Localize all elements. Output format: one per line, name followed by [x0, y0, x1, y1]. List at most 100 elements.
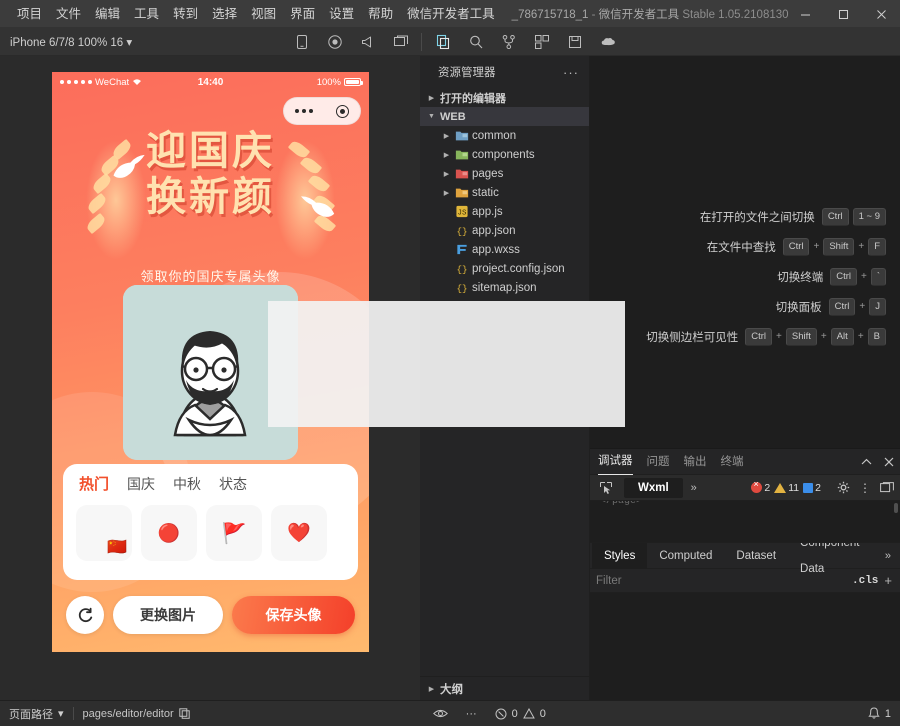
save-layout-button[interactable] — [558, 28, 591, 56]
explorer-button[interactable] — [426, 28, 459, 56]
explorer-section-open-editors[interactable]: ▶ 打开的编辑器 — [420, 88, 589, 107]
tab-computed[interactable]: Computed — [647, 543, 724, 569]
wxml-scrollbar[interactable] — [894, 503, 898, 513]
explorer-file-app-js[interactable]: JS app.js — [420, 202, 589, 221]
explorer-outline-section[interactable]: ▶ 大纲 — [420, 676, 589, 700]
tab-output[interactable]: 输出 — [684, 449, 707, 475]
wxml-tab[interactable]: Wxml — [624, 478, 683, 498]
status-bar: 页面路径 ▾ pages/editor/editor ··· 0 0 1 — [0, 700, 900, 726]
explorer-folder-common[interactable]: ▶ common — [420, 126, 589, 145]
promo-banner: 迎国庆 换新颜 领取你的国庆专属头像 — [52, 118, 369, 283]
close-button[interactable] — [862, 0, 900, 28]
extensions-button[interactable] — [525, 28, 558, 56]
menu-item-help[interactable]: 帮助 — [361, 0, 400, 28]
tab-terminal[interactable]: 终端 — [721, 449, 744, 475]
error-counter[interactable]: 2 — [751, 482, 770, 494]
warning-counter[interactable]: 11 — [774, 482, 799, 494]
sticker-tab-status[interactable]: 状态 — [219, 477, 247, 492]
explorer-file-sitemap[interactable]: {} sitemap.json — [420, 278, 589, 297]
styles-filter-input[interactable]: Filter — [596, 575, 846, 587]
explorer-folder-static[interactable]: ▶ static — [420, 183, 589, 202]
sticker-glyph: 🚩 — [222, 521, 247, 546]
sticker-tab-midautumn[interactable]: 中秋 — [173, 477, 201, 492]
preview-window-button[interactable] — [384, 28, 417, 56]
menu-item-interface[interactable]: 界面 — [283, 0, 322, 28]
menu-item-devtools[interactable]: 微信开发者工具 — [400, 0, 502, 28]
tab-debugger[interactable]: 调试器 — [598, 448, 633, 475]
gear-icon[interactable] — [837, 481, 850, 494]
titlebar: 项目 文件 编辑 工具 转到 选择 视图 界面 设置 帮助 微信开发者工具 _7… — [0, 0, 900, 28]
explorer-folder-components[interactable]: ▶ components — [420, 145, 589, 164]
explorer-file-label: sitemap.json — [472, 282, 537, 294]
more-icon: ··· — [466, 708, 477, 720]
explorer-folder-pages[interactable]: ▶ pages — [420, 164, 589, 183]
avatar-preview[interactable] — [123, 285, 298, 460]
info-counter[interactable]: 2 — [803, 482, 821, 494]
explorer-file-project-config[interactable]: {} project.config.json — [420, 259, 589, 278]
close-icon[interactable] — [884, 457, 894, 467]
menu-item-select[interactable]: 选择 — [205, 0, 244, 28]
menu-item-file[interactable]: 文件 — [49, 0, 88, 28]
change-image-button[interactable]: 更换图片 — [113, 596, 223, 634]
debug-cloud-button[interactable] — [591, 28, 624, 56]
save-avatar-button[interactable]: 保存头像 — [232, 596, 355, 634]
page-path-selector[interactable]: 页面路径 ▾ — [0, 701, 73, 726]
menu-item-edit[interactable]: 编辑 — [88, 0, 127, 28]
explorer-section-web[interactable]: ▼ WEB — [420, 107, 589, 126]
add-style-rule-button[interactable]: + — [884, 573, 894, 588]
style-overflow-icon[interactable]: » — [876, 550, 900, 562]
record-button[interactable] — [318, 28, 351, 56]
folder-icon — [455, 167, 469, 180]
explorer-folder-label: common — [472, 130, 516, 142]
status-more-button[interactable]: ··· — [457, 701, 486, 726]
tab-dataset[interactable]: Dataset — [724, 543, 788, 569]
menu-item-view[interactable]: 视图 — [244, 0, 283, 28]
chevron-right-icon: ▶ — [426, 94, 437, 102]
cls-button[interactable]: .cls — [846, 575, 884, 587]
sticker-item[interactable]: ❤️ — [271, 505, 327, 561]
notifications-button[interactable]: 1 — [859, 701, 900, 726]
refresh-button[interactable] — [66, 596, 104, 634]
kebab-menu-icon[interactable]: ⋮ — [859, 482, 871, 494]
wxml-tree-view[interactable]: </page> — [590, 501, 900, 543]
sound-button[interactable] — [351, 28, 384, 56]
tab-styles[interactable]: Styles — [592, 543, 647, 569]
more-dots-icon[interactable] — [295, 109, 313, 113]
phone-simulator[interactable]: WeChat 14:40 100% — [52, 72, 369, 652]
sticker-tab-national[interactable]: 国庆 — [127, 477, 155, 492]
explorer-file-label: app.wxss — [472, 244, 520, 256]
sticker-item[interactable]: 🇨🇳 — [76, 505, 132, 561]
copy-icon[interactable] — [179, 708, 190, 719]
key-cap: ` — [871, 268, 886, 285]
simulator-toggle-button[interactable] — [285, 28, 318, 56]
inspect-element-button[interactable] — [596, 478, 616, 498]
minimize-button[interactable] — [786, 0, 824, 28]
explorer-file-app-json[interactable]: {} app.json — [420, 221, 589, 240]
sticker-item[interactable]: 🚩 — [206, 505, 262, 561]
menu-item-tools[interactable]: 工具 — [127, 0, 166, 28]
menu-item-project[interactable]: 项目 — [10, 0, 49, 28]
sticker-item[interactable]: 🔴 — [141, 505, 197, 561]
search-button[interactable] — [459, 28, 492, 56]
device-selector[interactable]: iPhone 6/7/8 100% 16 ▾ — [0, 35, 132, 49]
window-title-sep: - — [592, 9, 596, 21]
explorer-file-app-wxss[interactable]: app.wxss — [420, 240, 589, 259]
dock-icon[interactable] — [880, 482, 894, 494]
tab-problems[interactable]: 问题 — [647, 449, 670, 475]
sticker-tab-hot[interactable]: 热门 — [79, 477, 109, 492]
overflow-tabs-icon[interactable]: » — [691, 482, 697, 494]
explorer-more-icon[interactable]: ··· — [563, 65, 579, 80]
bell-icon — [868, 707, 880, 720]
menu-item-goto[interactable]: 转到 — [166, 0, 205, 28]
problems-counter[interactable]: 0 0 — [486, 701, 555, 726]
chevron-up-icon[interactable] — [861, 458, 872, 466]
preview-visibility-toggle[interactable] — [424, 701, 457, 726]
menu-item-settings[interactable]: 设置 — [322, 0, 361, 28]
chevron-right-icon: ▶ — [441, 151, 452, 159]
banner-title-line1: 迎国庆 — [146, 128, 275, 174]
maximize-button[interactable] — [824, 0, 862, 28]
target-circle-icon[interactable] — [336, 105, 349, 118]
current-page-path[interactable]: pages/editor/editor — [74, 701, 199, 726]
eye-icon — [433, 708, 448, 719]
source-control-button[interactable] — [492, 28, 525, 56]
